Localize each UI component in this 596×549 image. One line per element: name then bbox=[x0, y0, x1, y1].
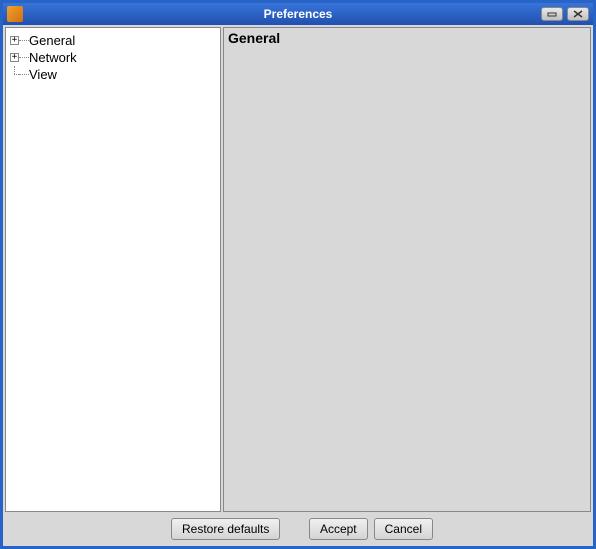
tree-pane: + General + Network View bbox=[5, 27, 221, 512]
window-controls bbox=[541, 7, 589, 21]
window-title: Preferences bbox=[264, 7, 333, 21]
close-icon bbox=[572, 10, 584, 18]
expand-icon[interactable]: + bbox=[10, 36, 19, 45]
tree-label: View bbox=[29, 67, 57, 82]
tree-item-network[interactable]: + Network bbox=[8, 49, 218, 66]
close-button[interactable] bbox=[567, 7, 589, 21]
preferences-window: Preferences + General + Network bbox=[0, 0, 596, 549]
minimize-icon bbox=[546, 10, 558, 18]
button-bar: Restore defaults Accept Cancel bbox=[5, 512, 591, 544]
tree-connector bbox=[19, 57, 29, 58]
restore-defaults-button[interactable]: Restore defaults bbox=[171, 518, 280, 540]
cancel-button[interactable]: Cancel bbox=[374, 518, 433, 540]
tree-item-view[interactable]: View bbox=[8, 66, 218, 83]
tree-item-general[interactable]: + General bbox=[8, 32, 218, 49]
split-panes: + General + Network View General bbox=[5, 27, 591, 512]
detail-pane: General bbox=[223, 27, 591, 512]
app-icon bbox=[7, 6, 23, 22]
accept-button[interactable]: Accept bbox=[309, 518, 368, 540]
tree-leaf-icon bbox=[10, 70, 19, 79]
content-area: + General + Network View General bbox=[3, 25, 593, 546]
minimize-button[interactable] bbox=[541, 7, 563, 21]
expand-icon[interactable]: + bbox=[10, 53, 19, 62]
detail-header: General bbox=[228, 30, 586, 46]
tree-connector bbox=[19, 40, 29, 41]
tree-label: Network bbox=[29, 50, 77, 65]
tree-connector bbox=[19, 74, 29, 75]
titlebar: Preferences bbox=[3, 3, 593, 25]
tree-label: General bbox=[29, 33, 75, 48]
